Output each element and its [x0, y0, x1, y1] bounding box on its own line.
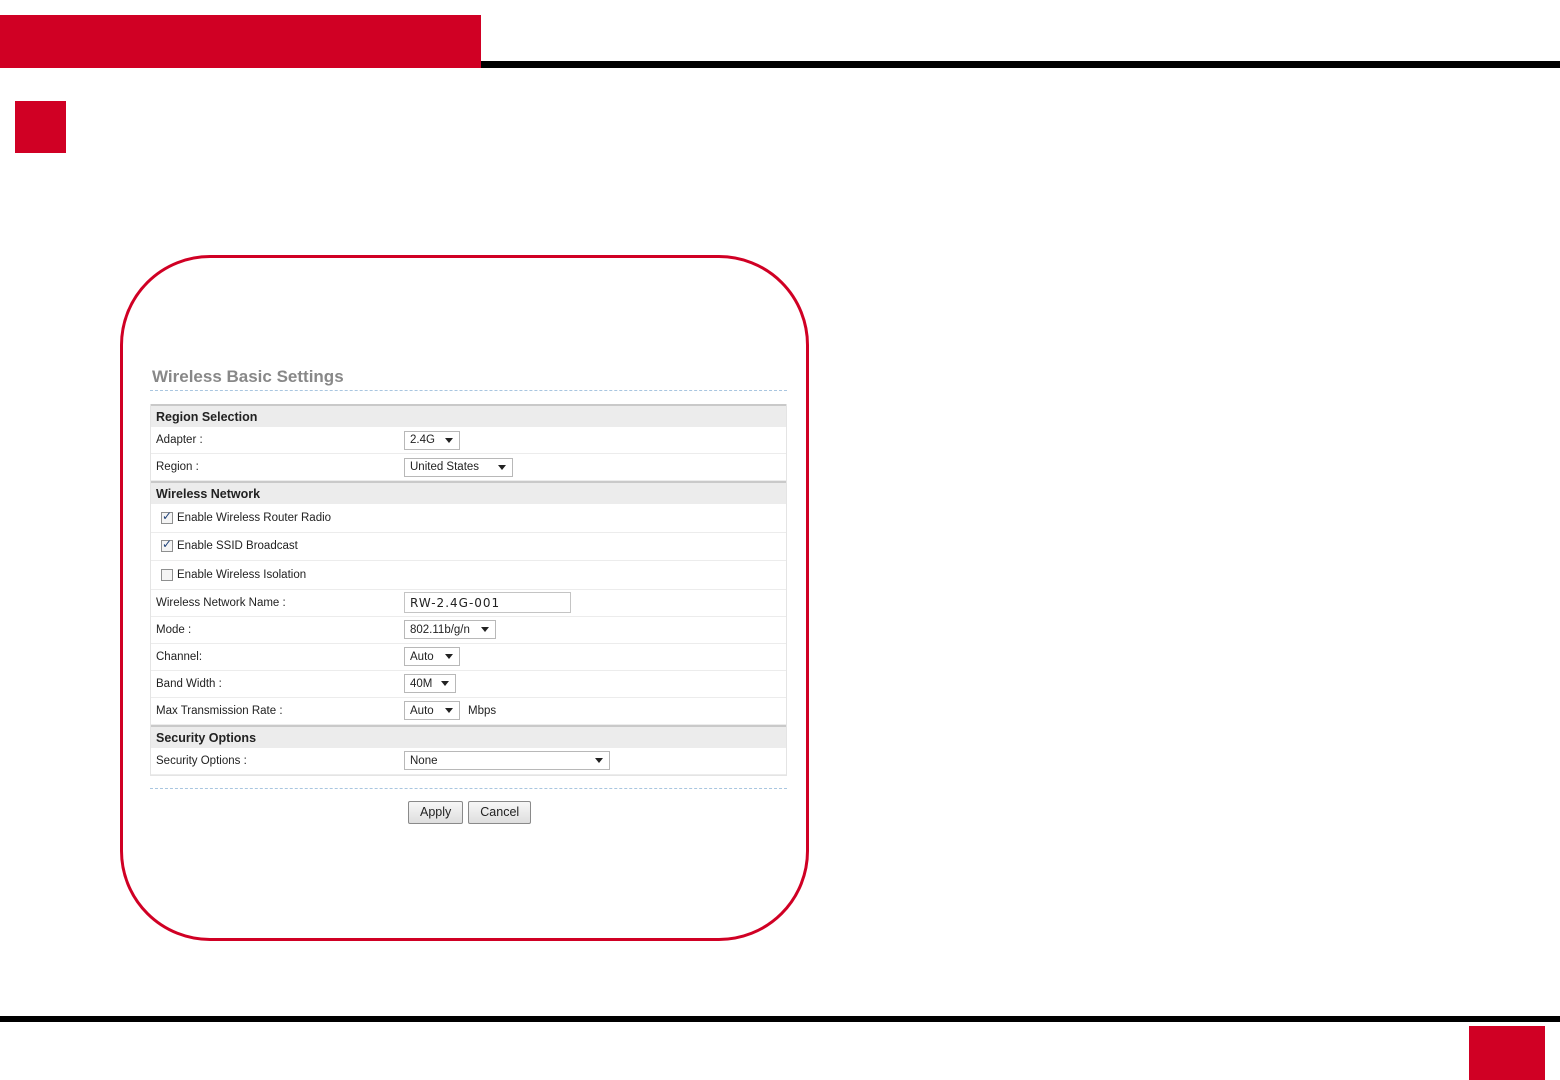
max-rate-select-value: Auto [410, 704, 434, 717]
enable-isolation-label: Enable Wireless Isolation [177, 568, 307, 581]
max-rate-unit: Mbps [468, 704, 497, 717]
mode-label: Mode : [156, 623, 192, 636]
mode-select-value: 802.11b/g/n [410, 623, 470, 636]
chevron-down-icon [445, 708, 453, 713]
region-select[interactable]: United States [404, 457, 513, 477]
section-header-security: Security Options [151, 724, 786, 748]
red-square-marker [15, 101, 66, 153]
channel-select-value: Auto [410, 650, 434, 663]
enable-ssid-checkbox[interactable] [161, 537, 173, 553]
security-options-select[interactable]: None [404, 751, 610, 770]
top-black-rule [481, 61, 1560, 68]
adapter-label: Adapter : [156, 434, 203, 446]
enable-ssid-label: Enable SSID Broadcast [177, 540, 298, 553]
top-red-banner [0, 15, 481, 68]
chevron-down-icon [445, 437, 453, 443]
row-security-options: Security Options : None [151, 748, 786, 775]
network-name-label: Wireless Network Name : [156, 596, 286, 609]
security-options-select-value: None [410, 754, 438, 767]
chevron-down-icon [595, 758, 603, 763]
chevron-down-icon [445, 654, 453, 659]
mode-select[interactable]: 802.11b/g/n [404, 620, 496, 639]
region-label: Region : [156, 461, 199, 473]
settings-table: Region Selection Adapter : 2.4G Region :… [150, 404, 787, 776]
row-mode: Mode : 802.11b/g/n [151, 617, 786, 644]
security-options-label: Security Options : [156, 754, 247, 767]
enable-isolation-checkbox[interactable] [161, 568, 173, 581]
chevron-down-icon [481, 627, 489, 632]
region-select-value: United States [410, 461, 480, 473]
channel-label: Channel: [156, 650, 203, 663]
panel-title: Wireless Basic Settings [150, 367, 787, 391]
page-number-box [1469, 1026, 1545, 1080]
cancel-button[interactable]: Cancel [468, 800, 532, 824]
section-header-region: Region Selection [151, 404, 786, 427]
row-enable-ssid: Enable SSID Broadcast [151, 533, 786, 561]
band-width-label: Band Width : [156, 677, 222, 690]
enable-radio-checkbox[interactable] [161, 509, 173, 524]
bottom-divider [150, 787, 787, 789]
chevron-down-icon [441, 681, 449, 686]
row-enable-isolation: Enable Wireless Isolation [151, 561, 786, 590]
bottom-black-rule [0, 1016, 1560, 1022]
row-channel: Channel: Auto [151, 644, 786, 671]
row-enable-radio: Enable Wireless Router Radio [151, 504, 786, 533]
enable-radio-label: Enable Wireless Router Radio [177, 511, 332, 524]
button-bar: Apply Cancel [150, 800, 787, 824]
max-rate-label: Max Transmission Rate : [156, 704, 283, 717]
wireless-basic-settings-panel: Wireless Basic Settings Region Selection… [150, 367, 787, 824]
band-width-select[interactable]: 40M [404, 674, 456, 693]
network-name-input[interactable]: RW-2.4G-001 [404, 592, 571, 613]
channel-select[interactable]: Auto [404, 647, 460, 666]
row-network-name: Wireless Network Name : RW-2.4G-001 [151, 590, 786, 617]
adapter-select[interactable]: 2.4G [404, 430, 460, 450]
apply-button[interactable]: Apply [408, 800, 464, 824]
row-max-rate: Max Transmission Rate : Auto Mbps [151, 698, 786, 725]
row-region: Region : United States [151, 454, 786, 481]
adapter-select-value: 2.4G [410, 434, 435, 446]
row-adapter: Adapter : 2.4G [151, 427, 786, 454]
band-width-select-value: 40M [410, 677, 433, 690]
row-band-width: Band Width : 40M [151, 671, 786, 698]
chevron-down-icon [498, 464, 506, 470]
section-header-wireless: Wireless Network [151, 481, 786, 504]
max-rate-select[interactable]: Auto [404, 701, 460, 720]
